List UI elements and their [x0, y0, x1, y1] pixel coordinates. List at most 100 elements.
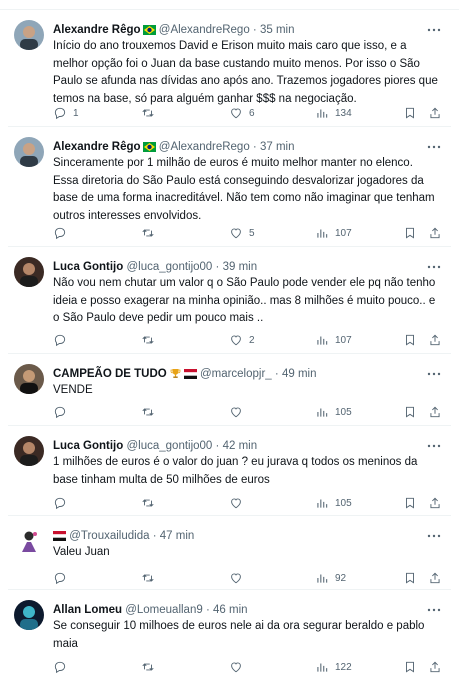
share-button[interactable]: [428, 225, 442, 241]
reply-button[interactable]: [53, 332, 73, 348]
avatar[interactable]: [14, 436, 44, 466]
avatar[interactable]: [14, 20, 44, 50]
views-count: 107: [335, 227, 352, 239]
retweet-button[interactable]: [141, 659, 161, 675]
reply-button[interactable]: [53, 570, 73, 586]
more-icon[interactable]: [427, 528, 441, 538]
author-name[interactable]: Allan Lomeu: [53, 604, 122, 616]
reply-post[interactable]: Luca Gontijo @luca_gontijo00 · 39 min Nã…: [8, 247, 451, 354]
author-handle[interactable]: @AlexandreRego: [159, 24, 250, 36]
views-count: 105: [335, 497, 352, 509]
views-button[interactable]: 134: [315, 105, 352, 121]
bookmark-button[interactable]: [403, 332, 417, 348]
post-time[interactable]: 39 min: [223, 261, 258, 273]
retweet-button[interactable]: [141, 332, 161, 348]
post-header: Luca Gontijo @luca_gontijo00 · 39 min: [53, 258, 438, 276]
post-text: Início do ano trouxemos David e Erison m…: [53, 40, 438, 105]
bookmark-button[interactable]: [403, 495, 417, 511]
bookmark-icon: [406, 334, 414, 346]
retweet-button[interactable]: [141, 404, 161, 420]
views-button[interactable]: 105: [315, 404, 352, 420]
retweet-icon: [142, 574, 154, 582]
more-icon[interactable]: [427, 22, 441, 32]
author-handle[interactable]: @marcelopjr_: [200, 368, 272, 380]
reply-count: 1: [73, 107, 79, 119]
avatar[interactable]: [14, 600, 44, 630]
share-icon: [430, 572, 440, 584]
avatar[interactable]: [14, 137, 44, 167]
views-button[interactable]: 105: [315, 495, 352, 511]
post-header: Luca Gontijo @luca_gontijo00 · 42 min: [53, 437, 438, 455]
author-name[interactable]: Luca Gontijo: [53, 261, 123, 273]
post-text: Sinceramente por 1 milhão de euros é mui…: [53, 157, 435, 222]
share-button[interactable]: [428, 332, 442, 348]
share-button[interactable]: [428, 495, 442, 511]
author-name[interactable]: Alexandre Rêgo: [53, 141, 141, 153]
action-bar: 5 107: [53, 225, 440, 241]
like-button[interactable]: 5: [229, 225, 255, 241]
author-handle[interactable]: @Trouxailudida: [69, 530, 149, 542]
reply-post[interactable]: Alexandre Rêgo @AlexandreRego · 35 min I…: [8, 10, 451, 127]
share-button[interactable]: [428, 404, 442, 420]
avatar[interactable]: [14, 526, 44, 556]
reply-button[interactable]: [53, 225, 73, 241]
bookmark-icon: [406, 497, 414, 509]
more-icon[interactable]: [427, 259, 441, 269]
like-button[interactable]: [229, 570, 249, 586]
author-name[interactable]: Alexandre Rêgo: [53, 24, 141, 36]
post-time[interactable]: 37 min: [260, 141, 295, 153]
share-button[interactable]: [428, 659, 442, 675]
bookmark-button[interactable]: [403, 570, 417, 586]
reply-icon: [54, 497, 66, 510]
post-time[interactable]: 42 min: [223, 440, 258, 452]
author-name[interactable]: Luca Gontijo: [53, 440, 123, 452]
like-button[interactable]: 2: [229, 332, 255, 348]
retweet-button[interactable]: [141, 495, 161, 511]
author-handle[interactable]: @Lomeuallan9: [125, 604, 203, 616]
reply-post[interactable]: Luca Gontijo @luca_gontijo00 · 42 min 1 …: [8, 426, 451, 516]
more-icon[interactable]: [427, 438, 441, 448]
reply-button[interactable]: [53, 659, 73, 675]
like-button[interactable]: [229, 404, 249, 420]
views-button[interactable]: 107: [315, 332, 352, 348]
like-button[interactable]: 6: [229, 105, 255, 121]
views-button[interactable]: 122: [315, 659, 352, 675]
bookmark-button[interactable]: [403, 404, 417, 420]
author-name[interactable]: CAMPEÃO DE TUDO: [53, 368, 167, 380]
retweet-button[interactable]: [141, 105, 161, 121]
post-time[interactable]: 35 min: [260, 24, 295, 36]
views-count: 122: [335, 661, 352, 673]
reply-post[interactable]: @Trouxailudida · 47 min Valeu Juan 92: [8, 516, 451, 590]
share-button[interactable]: [428, 570, 442, 586]
like-icon: [231, 573, 241, 584]
post-text: VENDE: [53, 384, 93, 396]
like-button[interactable]: [229, 495, 249, 511]
reply-post[interactable]: Allan Lomeu @Lomeuallan9 · 46 min Se con…: [8, 590, 451, 684]
post-time[interactable]: 47 min: [160, 530, 195, 542]
retweet-button[interactable]: [141, 225, 161, 241]
more-icon[interactable]: [427, 366, 441, 376]
avatar[interactable]: [14, 364, 44, 394]
author-handle[interactable]: @AlexandreRego: [159, 141, 250, 153]
bookmark-button[interactable]: [403, 105, 417, 121]
reply-post[interactable]: Alexandre Rêgo @AlexandreRego · 37 min S…: [8, 127, 451, 247]
more-icon[interactable]: [427, 602, 441, 612]
views-button[interactable]: 107: [315, 225, 352, 241]
brazil-flag-icon: [142, 140, 156, 156]
reply-button[interactable]: 1: [53, 105, 79, 121]
bookmark-button[interactable]: [403, 225, 417, 241]
reply-button[interactable]: [53, 495, 73, 511]
retweet-button[interactable]: [141, 570, 161, 586]
post-time[interactable]: 46 min: [213, 604, 248, 616]
share-button[interactable]: [428, 105, 442, 121]
author-handle[interactable]: @luca_gontijo00: [126, 261, 212, 273]
more-icon[interactable]: [427, 139, 441, 149]
reply-post[interactable]: CAMPEÃO DE TUDO @marcelopjr_ · 49 min VE…: [8, 354, 451, 426]
views-button[interactable]: 92: [315, 570, 346, 586]
avatar[interactable]: [14, 257, 44, 287]
like-button[interactable]: [229, 659, 249, 675]
author-handle[interactable]: @luca_gontijo00: [126, 440, 212, 452]
bookmark-button[interactable]: [403, 659, 417, 675]
post-time[interactable]: 49 min: [282, 368, 317, 380]
reply-button[interactable]: [53, 404, 73, 420]
